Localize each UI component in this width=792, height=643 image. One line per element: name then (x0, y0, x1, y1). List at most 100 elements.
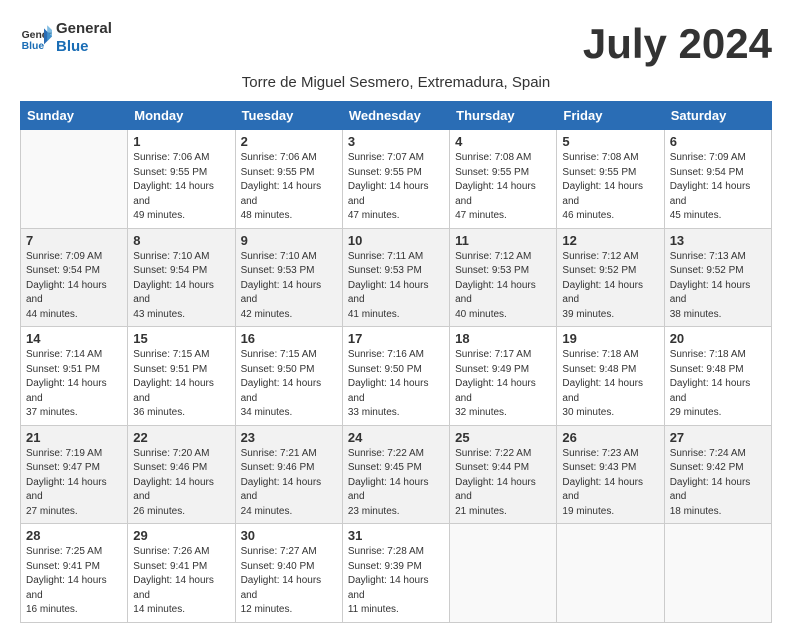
logo-icon: General Blue (20, 22, 52, 54)
day-detail: Sunrise: 7:10 AMSunset: 9:53 PMDaylight:… (241, 250, 337, 323)
day-number: 26 (562, 430, 658, 445)
column-header-monday: Monday (128, 102, 235, 130)
calendar-cell: 25 Sunrise: 7:22 AMSunset: 9:44 PMDayligh… (450, 425, 557, 524)
column-header-sunday: Sunday (21, 102, 128, 130)
svg-text:Blue: Blue (22, 41, 45, 52)
calendar-cell: 2 Sunrise: 7:06 AMSunset: 9:55 PMDaylight… (235, 130, 342, 229)
day-detail: Sunrise: 7:06 AMSunset: 9:55 PMDaylight:… (133, 151, 229, 224)
calendar-cell (664, 524, 771, 623)
day-detail: Sunrise: 7:16 AMSunset: 9:50 PMDaylight:… (348, 348, 444, 421)
calendar-week-row: 28 Sunrise: 7:25 AMSunset: 9:41 PMDayligh… (21, 524, 772, 623)
day-number: 2 (241, 134, 337, 149)
calendar-cell: 29 Sunrise: 7:26 AMSunset: 9:41 PMDayligh… (128, 524, 235, 623)
day-number: 13 (670, 233, 766, 248)
calendar-cell: 5 Sunrise: 7:08 AMSunset: 9:55 PMDaylight… (557, 130, 664, 229)
day-detail: Sunrise: 7:12 AMSunset: 9:52 PMDaylight:… (562, 250, 658, 323)
day-number: 15 (133, 331, 229, 346)
calendar-cell: 27 Sunrise: 7:24 AMSunset: 9:42 PMDayligh… (664, 425, 771, 524)
day-number: 25 (455, 430, 551, 445)
day-number: 17 (348, 331, 444, 346)
day-detail: Sunrise: 7:07 AMSunset: 9:55 PMDaylight:… (348, 151, 444, 224)
calendar-header-row: SundayMondayTuesdayWednesdayThursdayFrid… (21, 102, 772, 130)
day-number: 31 (348, 528, 444, 543)
column-header-tuesday: Tuesday (235, 102, 342, 130)
calendar-cell: 12 Sunrise: 7:12 AMSunset: 9:52 PMDayligh… (557, 228, 664, 327)
day-number: 10 (348, 233, 444, 248)
day-number: 20 (670, 331, 766, 346)
day-detail: Sunrise: 7:25 AMSunset: 9:41 PMDaylight:… (26, 545, 122, 618)
day-detail: Sunrise: 7:13 AMSunset: 9:52 PMDaylight:… (670, 250, 766, 323)
day-detail: Sunrise: 7:14 AMSunset: 9:51 PMDaylight:… (26, 348, 122, 421)
day-number: 5 (562, 134, 658, 149)
calendar-table: SundayMondayTuesdayWednesdayThursdayFrid… (20, 101, 772, 623)
day-detail: Sunrise: 7:21 AMSunset: 9:46 PMDaylight:… (241, 447, 337, 520)
calendar-cell: 9 Sunrise: 7:10 AMSunset: 9:53 PMDaylight… (235, 228, 342, 327)
day-detail: Sunrise: 7:09 AMSunset: 9:54 PMDaylight:… (670, 151, 766, 224)
column-header-friday: Friday (557, 102, 664, 130)
calendar-cell: 3Sunrise: 7:07 AMSunset: 9:55 PMDaylight… (342, 130, 449, 229)
day-number: 1 (133, 134, 229, 149)
calendar-cell: 21Sunrise: 7:19 AMSunset: 9:47 PMDayligh… (21, 425, 128, 524)
page-header: General Blue General Blue July 2024 (20, 20, 772, 68)
calendar-cell: 14 Sunrise: 7:14 AMSunset: 9:51 PMDayligh… (21, 327, 128, 426)
day-number: 4 (455, 134, 551, 149)
calendar-week-row: 21Sunrise: 7:19 AMSunset: 9:47 PMDayligh… (21, 425, 772, 524)
day-detail: Sunrise: 7:12 AMSunset: 9:53 PMDaylight:… (455, 250, 551, 323)
day-detail: Sunrise: 7:06 AMSunset: 9:55 PMDaylight:… (241, 151, 337, 224)
calendar-cell: 28 Sunrise: 7:25 AMSunset: 9:41 PMDayligh… (21, 524, 128, 623)
day-number: 14 (26, 331, 122, 346)
day-detail: Sunrise: 7:08 AMSunset: 9:55 PMDaylight:… (455, 151, 551, 224)
calendar-cell: 11 Sunrise: 7:12 AMSunset: 9:53 PMDayligh… (450, 228, 557, 327)
day-number: 29 (133, 528, 229, 543)
calendar-cell: 4 Sunrise: 7:08 AMSunset: 9:55 PMDaylight… (450, 130, 557, 229)
day-detail: Sunrise: 7:24 AMSunset: 9:42 PMDaylight:… (670, 447, 766, 520)
day-number: 8 (133, 233, 229, 248)
calendar-week-row: 14 Sunrise: 7:14 AMSunset: 9:51 PMDayligh… (21, 327, 772, 426)
day-detail: Sunrise: 7:22 AMSunset: 9:44 PMDaylight:… (455, 447, 551, 520)
day-detail: Sunrise: 7:09 AMSunset: 9:54 PMDaylight:… (26, 250, 122, 323)
calendar-cell: 20 Sunrise: 7:18 AMSunset: 9:48 PMDayligh… (664, 327, 771, 426)
day-detail: Sunrise: 7:08 AMSunset: 9:55 PMDaylight:… (562, 151, 658, 224)
day-detail: Sunrise: 7:17 AMSunset: 9:49 PMDaylight:… (455, 348, 551, 421)
day-number: 24 (348, 430, 444, 445)
calendar-cell: 18Sunrise: 7:17 AMSunset: 9:49 PMDayligh… (450, 327, 557, 426)
day-number: 19 (562, 331, 658, 346)
calendar-cell: 22 Sunrise: 7:20 AMSunset: 9:46 PMDayligh… (128, 425, 235, 524)
day-number: 27 (670, 430, 766, 445)
day-detail: Sunrise: 7:19 AMSunset: 9:47 PMDaylight:… (26, 447, 122, 520)
day-detail: Sunrise: 7:18 AMSunset: 9:48 PMDaylight:… (562, 348, 658, 421)
calendar-cell: 23 Sunrise: 7:21 AMSunset: 9:46 PMDayligh… (235, 425, 342, 524)
calendar-cell: 31 Sunrise: 7:28 AMSunset: 9:39 PMDayligh… (342, 524, 449, 623)
logo-text: General Blue (56, 20, 112, 56)
day-number: 30 (241, 528, 337, 543)
day-number: 7 (26, 233, 122, 248)
column-header-saturday: Saturday (664, 102, 771, 130)
column-header-thursday: Thursday (450, 102, 557, 130)
location-subtitle: Torre de Miguel Sesmero, Extremadura, Sp… (20, 74, 772, 91)
day-number: 23 (241, 430, 337, 445)
calendar-cell: 17 Sunrise: 7:16 AMSunset: 9:50 PMDayligh… (342, 327, 449, 426)
day-detail: Sunrise: 7:18 AMSunset: 9:48 PMDaylight:… (670, 348, 766, 421)
day-detail: Sunrise: 7:26 AMSunset: 9:41 PMDaylight:… (133, 545, 229, 618)
day-number: 22 (133, 430, 229, 445)
column-header-wednesday: Wednesday (342, 102, 449, 130)
calendar-cell: 16Sunrise: 7:15 AMSunset: 9:50 PMDayligh… (235, 327, 342, 426)
day-number: 28 (26, 528, 122, 543)
calendar-cell: 6 Sunrise: 7:09 AMSunset: 9:54 PMDaylight… (664, 130, 771, 229)
calendar-week-row: 7 Sunrise: 7:09 AMSunset: 9:54 PMDaylight… (21, 228, 772, 327)
day-detail: Sunrise: 7:28 AMSunset: 9:39 PMDaylight:… (348, 545, 444, 618)
calendar-cell: 24Sunrise: 7:22 AMSunset: 9:45 PMDayligh… (342, 425, 449, 524)
calendar-cell: 13 Sunrise: 7:13 AMSunset: 9:52 PMDayligh… (664, 228, 771, 327)
day-detail: Sunrise: 7:15 AMSunset: 9:51 PMDaylight:… (133, 348, 229, 421)
day-detail: Sunrise: 7:27 AMSunset: 9:40 PMDaylight:… (241, 545, 337, 618)
day-number: 9 (241, 233, 337, 248)
day-number: 12 (562, 233, 658, 248)
day-number: 11 (455, 233, 551, 248)
day-detail: Sunrise: 7:20 AMSunset: 9:46 PMDaylight:… (133, 447, 229, 520)
calendar-cell: 15 Sunrise: 7:15 AMSunset: 9:51 PMDayligh… (128, 327, 235, 426)
calendar-cell (21, 130, 128, 229)
calendar-cell: 19 Sunrise: 7:18 AMSunset: 9:48 PMDayligh… (557, 327, 664, 426)
day-number: 6 (670, 134, 766, 149)
day-detail: Sunrise: 7:11 AMSunset: 9:53 PMDaylight:… (348, 250, 444, 323)
calendar-cell: 30 Sunrise: 7:27 AMSunset: 9:40 PMDayligh… (235, 524, 342, 623)
